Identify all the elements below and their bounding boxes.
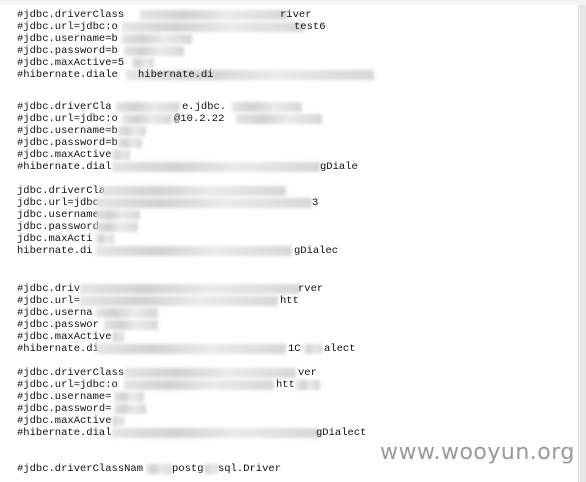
code-line: jdbc.username: [17, 209, 99, 221]
code-line-fragment: gDialect: [316, 427, 367, 439]
redaction-blur: [104, 320, 158, 330]
code-line-fragment: e.jdbc.: [182, 101, 227, 113]
redaction-blur: [236, 114, 322, 124]
code-line: #jdbc.url=jdbc:o: [17, 113, 118, 125]
code-line-fragment: @10.2.22: [174, 113, 225, 125]
redaction-blur: [114, 392, 144, 402]
code-line: #jdbc.password=b: [17, 137, 118, 149]
redaction-blur: [132, 58, 154, 68]
code-line-fragment: 3: [312, 197, 319, 209]
code-line: #jdbc.driverClass: [17, 9, 125, 21]
code-line-fragment: test6: [294, 21, 326, 33]
code-line-fragment: hibernate.di: [138, 69, 214, 81]
redaction-blur: [96, 344, 286, 354]
code-line-fragment: gDialec: [294, 245, 339, 257]
code-line-fragment: sql.Driver: [218, 463, 282, 475]
redaction-blur: [122, 114, 172, 124]
redaction-blur: [96, 308, 158, 318]
redaction-blur: [112, 150, 130, 160]
code-line: #hibernate.di: [17, 343, 99, 355]
redaction-blur: [96, 234, 114, 244]
redaction-blur: [112, 428, 320, 438]
code-line-fragment: rver: [298, 283, 324, 295]
code-line: hibernate.di: [17, 245, 93, 257]
code-line: #jdbc.userna: [17, 307, 93, 319]
code-line: #jdbc.password=: [17, 403, 112, 415]
code-line-fragment: river: [280, 9, 312, 21]
code-line: #jdbc.maxActive=5: [17, 57, 125, 69]
scrollbar-thumb[interactable]: [580, 5, 586, 482]
code-line: jdbc.maxActi: [17, 233, 93, 245]
code-line: #jdbc.maxActive: [17, 331, 112, 343]
code-line: #jdbc.passwor: [17, 319, 99, 331]
code-line-fragment: 1C: [288, 343, 301, 355]
code-line: #jdbc.url=jdbc:o: [17, 21, 118, 33]
code-line: #jdbc.driverClass: [17, 367, 125, 379]
redaction-blur: [96, 198, 312, 208]
code-line: #jdbc.username=b: [17, 125, 118, 137]
code-line: #jdbc.password=b: [17, 45, 118, 57]
top-strip-text: ...: [18, 0, 36, 4]
redaction-blur: [124, 368, 296, 378]
code-line: jdbc.password: [17, 221, 99, 233]
code-line: #jdbc.driv: [17, 283, 81, 295]
watermark: www.wooyun.org: [380, 440, 575, 465]
redaction-blur: [112, 416, 124, 426]
code-line: #jdbc.maxActive: [17, 415, 112, 427]
code-line-fragment: htt: [276, 379, 295, 391]
redaction-blur: [116, 102, 180, 112]
redaction-blur: [232, 102, 302, 112]
code-line-fragment: htt: [280, 295, 299, 307]
redaction-blur: [80, 296, 278, 306]
redaction-blur: [296, 380, 320, 390]
code-line-fragment: gDiale: [320, 161, 358, 173]
code-line: #jdbc.username=b: [17, 33, 118, 45]
text-editor[interactable]: #jdbc.driverClass river #jdbc.url=jdbc:o…: [0, 5, 578, 482]
code-line: #jdbc.driverClassNam: [17, 463, 144, 475]
code-line: #jdbc.username=: [17, 391, 112, 403]
redaction-blur: [124, 46, 184, 56]
code-line: jdbc.driverCla: [17, 185, 106, 197]
redaction-blur: [96, 210, 140, 220]
code-line: jdbc.url=jdbc: [17, 197, 99, 209]
code-line: #jdbc.url=jdbc:o: [17, 379, 118, 391]
redaction-blur: [114, 404, 146, 414]
code-line: #hibernate.diale: [17, 69, 118, 81]
redaction-blur: [96, 222, 138, 232]
redaction-blur: [96, 246, 292, 256]
redaction-blur: [304, 344, 322, 354]
redaction-blur: [124, 380, 274, 390]
redaction-blur: [118, 126, 146, 136]
redaction-blur: [112, 162, 320, 172]
redaction-blur: [122, 22, 304, 32]
code-line: #jdbc.url=: [17, 295, 81, 307]
redaction-blur: [122, 34, 192, 44]
redaction-blur: [80, 284, 300, 294]
redaction-blur: [140, 10, 288, 20]
redaction-blur: [204, 464, 218, 474]
redaction-blur: [102, 186, 286, 196]
redaction-blur: [112, 332, 124, 342]
code-line-fragment: postg: [172, 463, 204, 475]
code-line: #hibernate.dial: [17, 427, 112, 439]
code-line-fragment: ver: [298, 367, 317, 379]
redaction-blur: [146, 464, 172, 474]
code-line: #jdbc.driverCla: [17, 101, 112, 113]
code-line: #hibernate.dial: [17, 161, 112, 173]
code-line: #jdbc.maxActive: [17, 149, 112, 161]
redaction-blur: [118, 138, 142, 148]
vertical-scrollbar[interactable]: [578, 5, 586, 482]
code-line-fragment: alect: [324, 343, 356, 355]
